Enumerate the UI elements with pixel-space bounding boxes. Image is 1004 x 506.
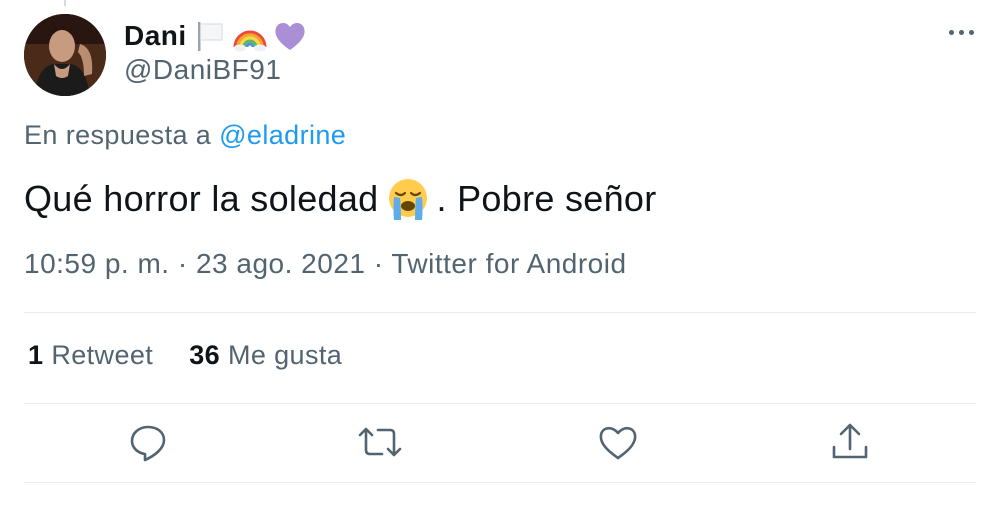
reply-button[interactable] [124,416,172,468]
retweets-stat[interactable]: 1 Retweet [28,340,153,371]
more-options-button[interactable] [949,30,974,35]
tweet-time[interactable]: 10:59 p. m. [24,248,170,279]
reply-mention-link[interactable]: @eladrine [219,120,346,150]
divider [24,482,976,483]
likes-count: 36 [189,340,221,370]
meta-separator: · [177,248,188,279]
tweet-text: Qué horror la soledad . Pobre señor [24,176,657,222]
divider [24,312,976,313]
action-bar [0,416,1004,472]
tweet-meta: 10:59 p. m. · 23 ago. 2021 · Twitter for… [24,248,627,280]
retweets-label: Retweet [51,340,154,370]
reply-icon [130,425,166,462]
like-icon [599,426,637,460]
retweet-button[interactable] [356,416,404,468]
dot [969,30,974,35]
rainbow-icon [233,19,267,53]
dot [949,30,954,35]
like-button[interactable] [594,416,642,468]
share-icon [832,423,868,459]
tweet-text-after: . Pobre señor [436,178,657,219]
avatar-photo [24,14,106,96]
tweet-source[interactable]: Twitter for Android [391,248,626,279]
thread-line [64,0,66,6]
likes-stat[interactable]: 36 Me gusta [189,340,342,371]
reply-context: En respuesta a @eladrine [24,120,346,151]
likes-label: Me gusta [227,340,343,370]
white-flag-icon [193,19,227,53]
share-button[interactable] [826,416,874,468]
engagement-stats: 1 Retweet 36 Me gusta [28,340,342,371]
avatar[interactable] [24,14,106,96]
display-name[interactable]: Dani [124,20,187,52]
tweet-date[interactable]: 23 ago. 2021 [196,248,366,279]
purple-heart-icon [273,19,307,53]
author-name-row: Dani [124,16,307,56]
retweet-icon [358,427,402,457]
divider [24,403,976,404]
dot [959,30,964,35]
tweet-text-before: Qué horror la soledad [24,178,379,219]
reply-prefix: En respuesta a [24,120,212,150]
loudly-crying-face-icon [385,176,431,222]
meta-separator: · [373,248,384,279]
author-handle[interactable]: @DaniBF91 [124,54,281,86]
retweets-count: 1 [28,340,44,370]
